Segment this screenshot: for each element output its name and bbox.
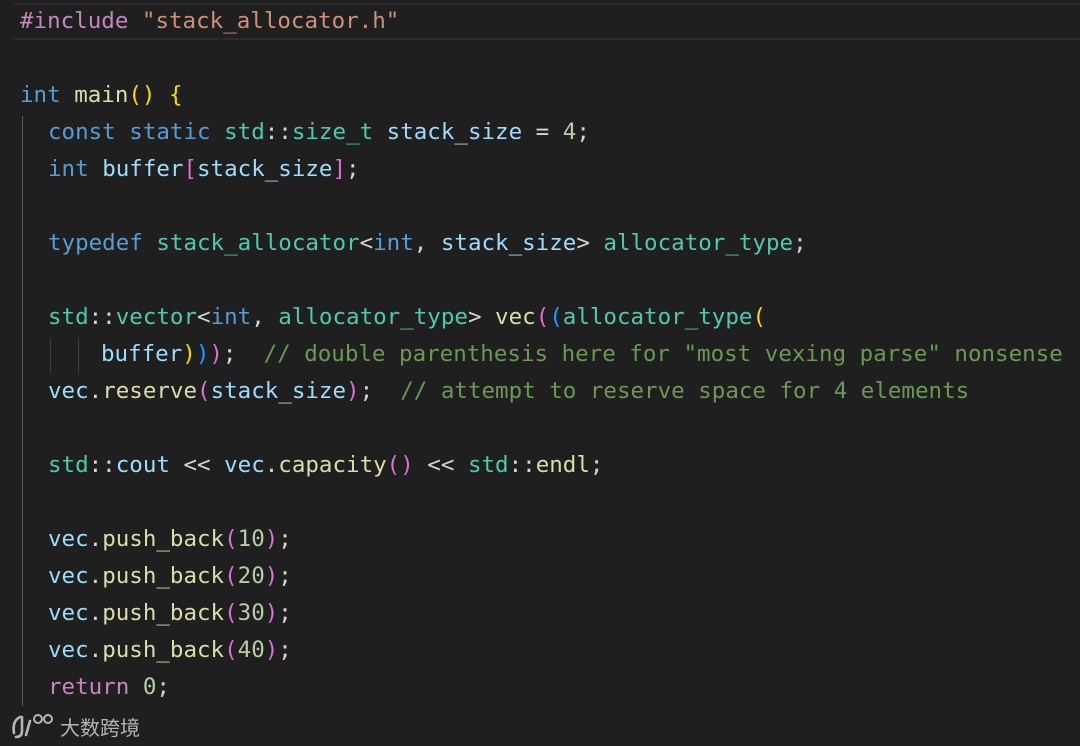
watermark: 大数跨境 — [10, 710, 140, 742]
code-line-3: int main() { — [20, 82, 183, 108]
code-line-4: const static std::size_t stack_size = 4; — [48, 119, 590, 145]
code-comment: // attempt to reserve space for 4 elemen… — [400, 378, 970, 404]
watermark-logo-icon — [12, 714, 53, 739]
code-comment: // double parenthesis here for "most vex… — [263, 341, 1063, 367]
code-line-11: vec.reserve(stack_size); // attempt to r… — [48, 378, 970, 404]
indent-guide — [50, 338, 51, 373]
code-line-10: buffer))); // double parenthesis here fo… — [101, 341, 1063, 367]
code-line-5: int buffer[stack_size]; — [48, 156, 360, 182]
indent-guide — [78, 338, 79, 373]
code-line-18: vec.push_back(40); — [48, 637, 292, 663]
code-line-16: vec.push_back(20); — [48, 563, 292, 589]
indent-guide — [22, 116, 23, 706]
watermark-text: 大数跨境 — [60, 715, 140, 740]
code-line-17: vec.push_back(30); — [48, 600, 292, 626]
code-line-19: return 0; — [48, 674, 170, 700]
code-line-9: std::vector<int, allocator_type> vec((al… — [48, 304, 766, 330]
include-path-string: "stack_allocator.h" — [141, 8, 400, 34]
preprocessor-keyword: #include — [20, 8, 129, 34]
code-line-13: std::cout << vec.capacity() << std::endl… — [48, 452, 604, 478]
code-line-15: vec.push_back(10); — [48, 526, 292, 552]
code-line-7: typedef stack_allocator<int, stack_size>… — [48, 230, 807, 256]
code-line-1: #include "stack_allocator.h" — [20, 3, 399, 40]
function-name-main: main — [74, 82, 129, 108]
code-editor[interactable]: #include "stack_allocator.h" int main() … — [0, 0, 1080, 746]
